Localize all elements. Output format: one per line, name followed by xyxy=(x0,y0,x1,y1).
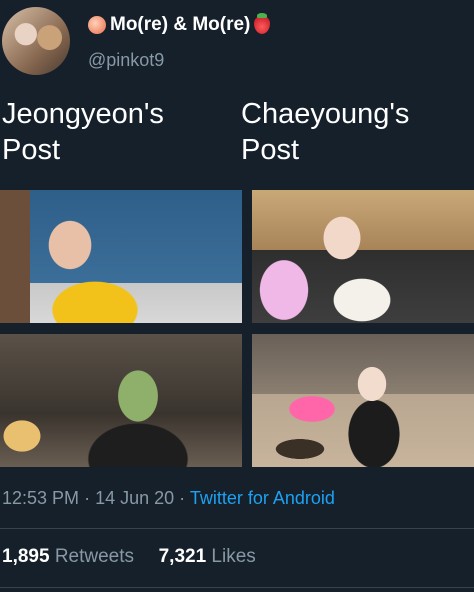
display-name-text: Mo(re) & Mo(re) xyxy=(110,14,251,35)
likes-count: 7,321 xyxy=(158,546,207,567)
tweet-header: Mo(re) & Mo(re) @pinkot9 xyxy=(0,0,474,86)
likes-label: Likes xyxy=(211,546,256,567)
photo-top-right[interactable] xyxy=(252,190,474,323)
retweets-count: 1,895 xyxy=(2,546,50,567)
caption-right-line2: Post xyxy=(241,134,300,166)
caption-left: Jeongyeon's Post xyxy=(2,96,202,168)
divider xyxy=(0,528,474,529)
photo-bottom-left[interactable] xyxy=(0,334,242,467)
photo-top-left[interactable] xyxy=(0,190,242,323)
avatar[interactable] xyxy=(2,7,70,75)
user-handle[interactable]: @pinkot9 xyxy=(88,50,164,71)
caption-right-line1: Chaeyoung's xyxy=(241,98,410,130)
caption-left-line1: Jeongyeon's xyxy=(2,98,164,130)
divider-bottom xyxy=(0,587,474,588)
photo-bottom-right[interactable] xyxy=(252,334,474,467)
meta-separator: · xyxy=(84,488,91,508)
meta-separator-2: · xyxy=(179,488,186,508)
tweet-stats: 1,895 Retweets 7,321 Likes xyxy=(2,546,256,568)
peach-icon xyxy=(88,16,106,34)
tweet-time[interactable]: 12:53 PM xyxy=(2,488,79,508)
display-name[interactable]: Mo(re) & Mo(re) xyxy=(88,13,271,36)
retweets-label: Retweets xyxy=(54,546,135,567)
caption-left-line2: Post xyxy=(2,134,61,166)
likes-stat[interactable]: 7,321 Likes xyxy=(159,546,256,567)
tweet-metadata: 12:53 PM · 14 Jun 20 · Twitter for Andro… xyxy=(2,488,335,509)
tweet-source-link[interactable]: Twitter for Android xyxy=(190,488,335,508)
tweet-date[interactable]: 14 Jun 20 xyxy=(95,488,174,508)
caption-right: Chaeyoung's Post xyxy=(241,96,471,168)
strawberry-icon xyxy=(254,13,271,34)
retweets-stat[interactable]: 1,895 Retweets xyxy=(2,546,139,567)
